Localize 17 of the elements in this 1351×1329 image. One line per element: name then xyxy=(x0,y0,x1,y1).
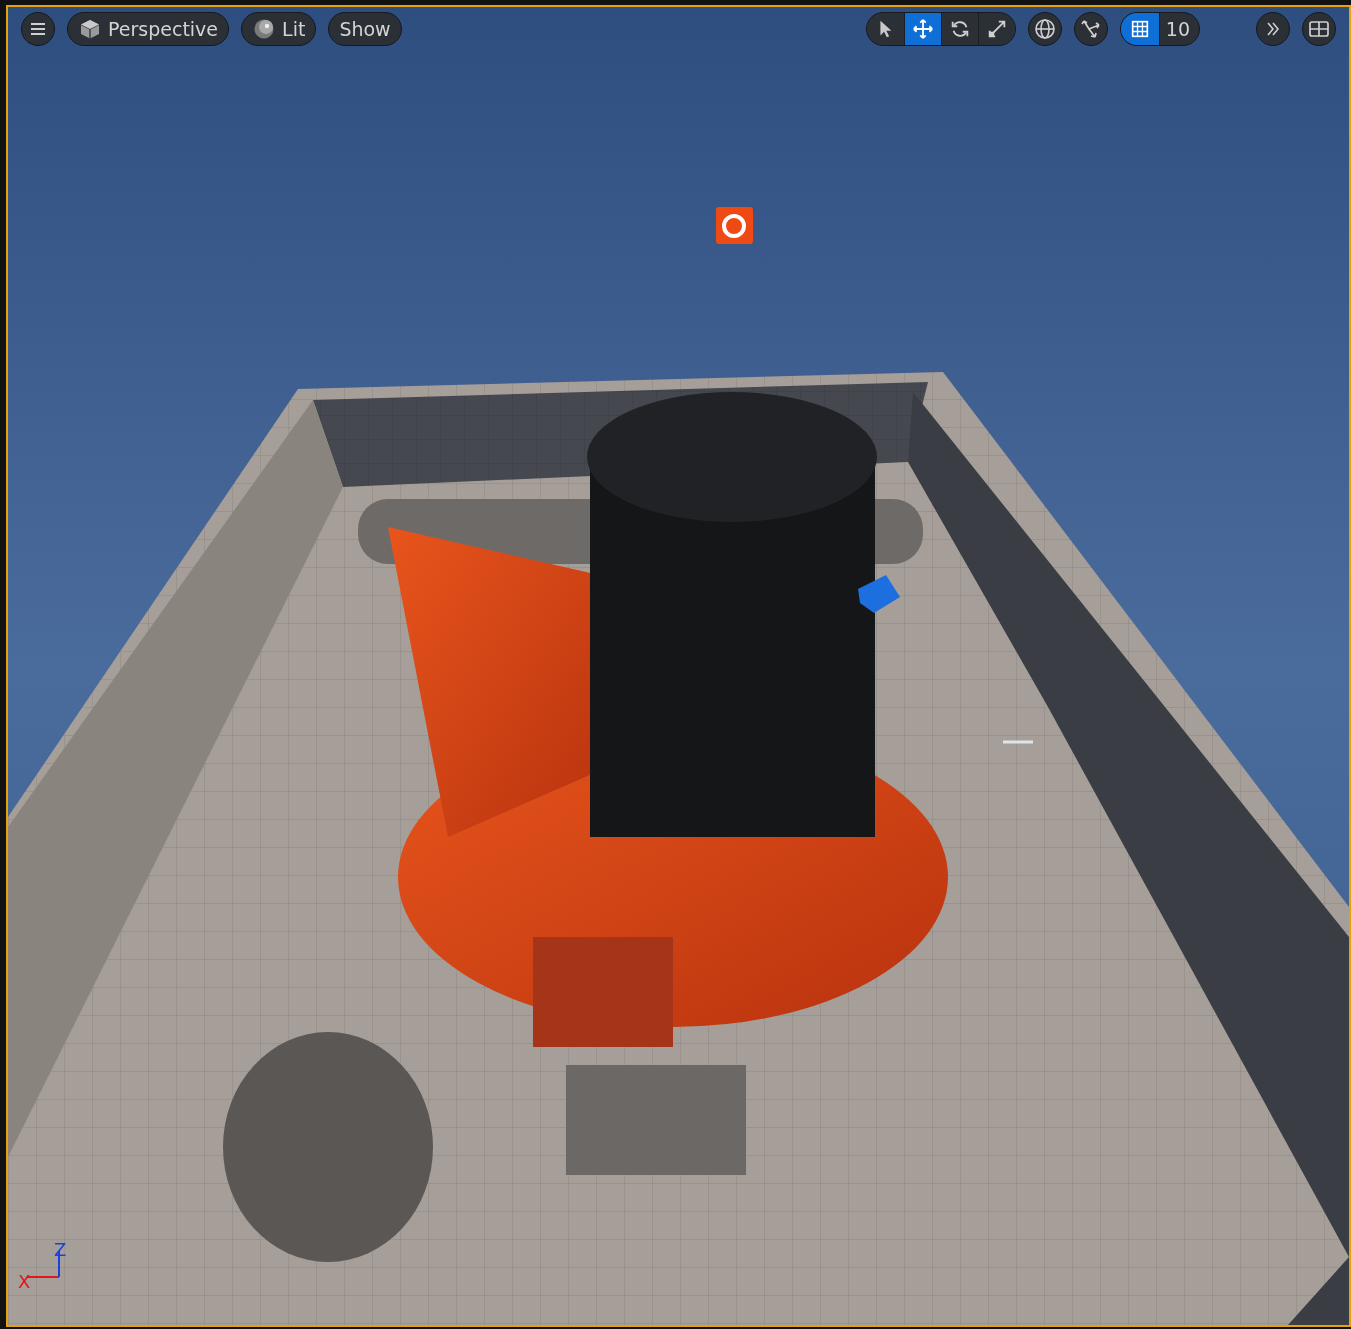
move-tool-button[interactable] xyxy=(903,13,941,45)
view-dropdown-button[interactable]: Perspective xyxy=(67,12,230,46)
cube-object[interactable] xyxy=(858,575,900,613)
scale-tool-button[interactable] xyxy=(977,13,1015,45)
move-arrows-icon xyxy=(911,18,934,40)
grid-snap-toggle[interactable] xyxy=(1120,13,1159,45)
grid-size-value[interactable]: 10 xyxy=(1158,13,1199,45)
spiral-logo-icon[interactable] xyxy=(716,207,753,244)
view-dropdown-button[interactable]: Show xyxy=(328,12,402,46)
x-axis-label: X xyxy=(18,1273,31,1291)
grid-snap-control[interactable]: 10 xyxy=(1119,12,1200,46)
globe-icon xyxy=(1032,17,1057,41)
front-wall xyxy=(1288,1257,1349,1325)
transform-tools-group[interactable] xyxy=(865,12,1016,46)
view-dropdown-button[interactable]: Lit xyxy=(241,12,317,46)
snap-arrows-icon xyxy=(1078,17,1103,41)
cube-icon xyxy=(78,17,102,41)
